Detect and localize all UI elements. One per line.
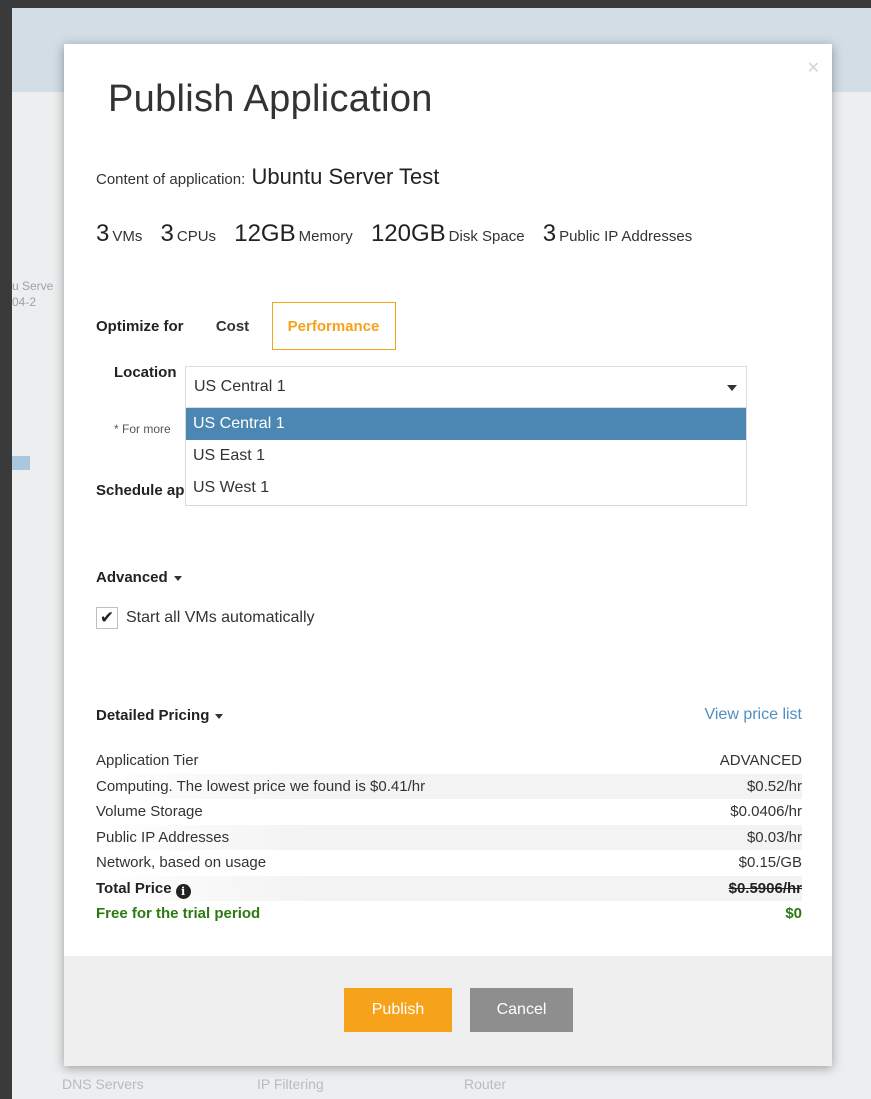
publish-button[interactable]: Publish bbox=[344, 988, 452, 1032]
content-label: Content of application: bbox=[96, 171, 246, 188]
cancel-button[interactable]: Cancel bbox=[470, 988, 573, 1032]
caret-down-icon bbox=[215, 713, 224, 719]
pricing-row-network: Network, based on usage $0.15/GB bbox=[96, 854, 802, 871]
spec-cpus: 3 CPUs bbox=[160, 220, 217, 247]
checkmark-icon: ✔ bbox=[99, 608, 115, 627]
advanced-toggle[interactable]: Advanced bbox=[96, 569, 182, 586]
pricing-row-volume-storage: Volume Storage $0.0406/hr bbox=[96, 803, 802, 820]
optimize-cost-button[interactable]: Cost bbox=[201, 302, 264, 350]
spec-public-ips: 3 Public IP Addresses bbox=[542, 220, 693, 247]
background-left-text: u Serve 04-2 bbox=[12, 279, 54, 309]
spec-vms: 3 VMs bbox=[96, 220, 143, 247]
application-specs: 3 VMs 3 CPUs 12GB Memory 120GB Disk Space 3P… bbox=[96, 220, 706, 248]
spec-disk-space: 120GB Disk Space bbox=[370, 220, 525, 247]
location-row: Location bbox=[114, 364, 186, 381]
location-option-us-west-1[interactable]: US West 1 bbox=[186, 472, 746, 504]
detailed-pricing-toggle[interactable]: Detailed Pricing bbox=[96, 707, 224, 724]
publish-application-modal: ✕ Publish Application Content of applica… bbox=[64, 44, 832, 1066]
background-label-router: Router bbox=[464, 1076, 507, 1092]
background-label-dns: DNS Servers bbox=[62, 1076, 144, 1092]
start-all-vms-checkbox[interactable]: ✔ bbox=[96, 607, 118, 629]
close-icon[interactable]: ✕ bbox=[807, 58, 820, 78]
info-icon[interactable]: i bbox=[175, 883, 191, 899]
pricing-row-public-ip: Public IP Addresses $0.03/hr bbox=[96, 824, 802, 850]
optimize-for-row: Optimize for Cost Performance bbox=[96, 302, 396, 350]
optimize-performance-button[interactable]: Performance bbox=[271, 302, 396, 350]
content-of-application: Content of application: Ubuntu Server Te… bbox=[96, 164, 439, 190]
modal-footer: Publish Cancel bbox=[64, 956, 832, 1066]
view-price-list-link[interactable]: View price list bbox=[704, 706, 802, 724]
pricing-row-free-trial: Free for the trial period $0 bbox=[96, 901, 802, 927]
free-trial-label: Free for the trial period bbox=[96, 905, 261, 922]
optimize-for-label: Optimize for bbox=[96, 317, 184, 335]
free-trial-value: $0 bbox=[785, 905, 802, 922]
background-selection-marker bbox=[12, 456, 30, 470]
spec-memory: 12GB Memory bbox=[234, 220, 353, 247]
pricing-row-total: Total Price i $0.5906/hr bbox=[96, 875, 802, 901]
location-option-us-central-1[interactable]: US Central 1 bbox=[186, 408, 746, 440]
start-all-vms-row: ✔ Start all VMs automatically bbox=[96, 607, 315, 629]
for-more-note: * For more bbox=[114, 422, 171, 436]
modal-title: Publish Application bbox=[108, 78, 433, 120]
location-dropdown-list: US Central 1 US East 1 US West 1 bbox=[185, 408, 747, 506]
total-price-value: $0.5906/hr bbox=[728, 879, 802, 897]
location-label: Location bbox=[114, 364, 177, 381]
total-price-label: Total Price bbox=[96, 879, 172, 897]
background-label-ip-filtering: IP Filtering bbox=[257, 1076, 324, 1092]
schedule-label: Schedule ap bbox=[96, 482, 185, 499]
pricing-row-application-tier: Application Tier ADVANCED bbox=[96, 752, 802, 769]
detailed-pricing-label: Detailed Pricing bbox=[96, 707, 210, 724]
application-name: Ubuntu Server Test bbox=[251, 164, 440, 189]
location-select-value: US Central 1 bbox=[194, 378, 286, 395]
start-all-vms-label: Start all VMs automatically bbox=[126, 609, 315, 626]
caret-down-icon bbox=[173, 575, 182, 581]
pricing-table: Application Tier ADVANCED Computing. The… bbox=[96, 748, 802, 927]
pricing-row-computing: Computing. The lowest price we found is … bbox=[96, 773, 802, 799]
advanced-label: Advanced bbox=[96, 569, 168, 586]
chevron-down-icon[interactable] bbox=[727, 385, 737, 391]
location-select[interactable]: US Central 1 bbox=[185, 366, 747, 408]
location-option-us-east-1[interactable]: US East 1 bbox=[186, 440, 746, 472]
